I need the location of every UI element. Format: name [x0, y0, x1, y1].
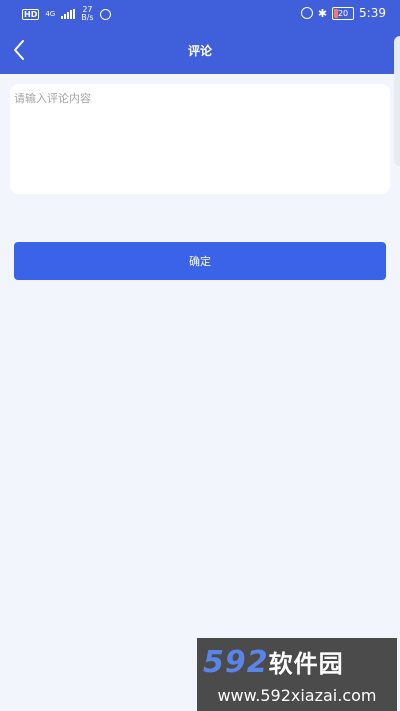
sync-icon [99, 8, 111, 20]
speed-unit: B/s [81, 13, 94, 22]
watermark-text: 软件园 [268, 650, 344, 678]
app-header: HD 4G 27 B/s ✱ 20 5:39 评论 [0, 0, 400, 74]
watermark-brand: 592软件园 [203, 644, 344, 680]
watermark-logo: 592软件园 www.592xiazai.com [197, 638, 397, 711]
status-bar: HD 4G 27 B/s ✱ 20 5:39 [0, 0, 400, 28]
battery-level: 20 [337, 8, 349, 18]
battery-icon: 20 [332, 6, 355, 20]
status-right: ✱ 20 5:39 [300, 6, 386, 20]
hd-badge: HD [22, 8, 40, 20]
confirm-button[interactable]: 确定 [14, 242, 386, 280]
page-title: 评论 [187, 44, 212, 58]
signal-icon [61, 9, 76, 19]
confirm-label: 确定 [189, 255, 211, 268]
watermark-number: 592 [203, 645, 269, 680]
network-type: 4G [45, 10, 56, 18]
status-left: HD 4G 27 B/s [22, 6, 111, 22]
clock: 5:39 [359, 6, 386, 20]
bluetooth-icon: ✱ [317, 6, 328, 20]
watermark-url: www.592xiazai.com [217, 686, 377, 705]
side-handle [394, 36, 400, 166]
network-speed: 27 B/s [81, 6, 93, 22]
comment-input[interactable] [10, 84, 390, 194]
alarm-icon [300, 7, 313, 19]
